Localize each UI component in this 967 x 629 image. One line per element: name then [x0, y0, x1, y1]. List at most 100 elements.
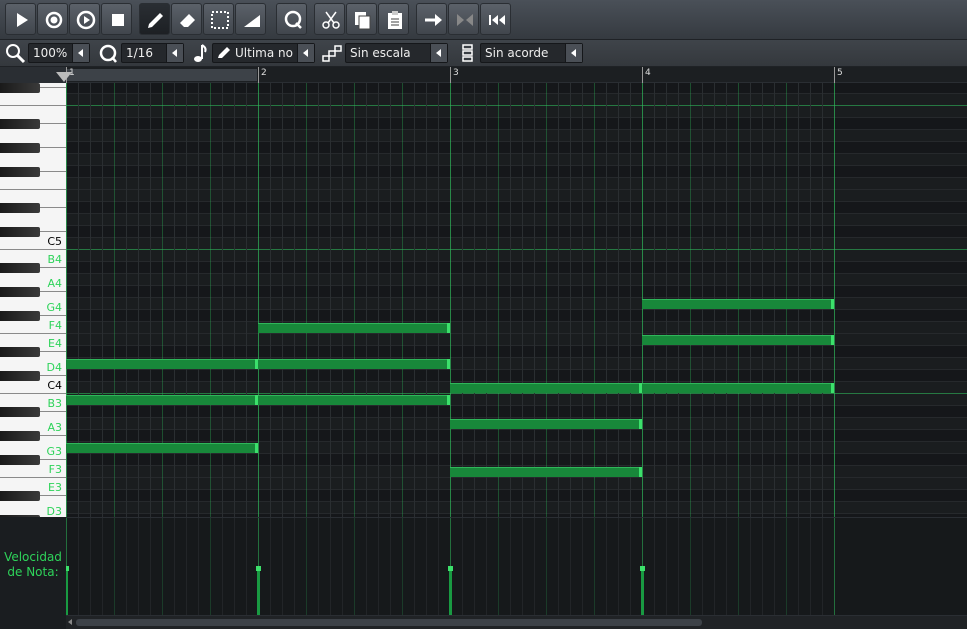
piano-black-key[interactable] [0, 431, 40, 441]
grid-hline [66, 501, 967, 502]
loop-range[interactable] [66, 69, 257, 81]
piano-black-key[interactable] [0, 287, 40, 297]
record-button[interactable] [37, 3, 68, 35]
velocity-grid-line [582, 518, 583, 615]
piano-black-key[interactable] [0, 203, 40, 213]
velocity-grid-line [102, 518, 103, 615]
chord-select[interactable]: Sin acorde [480, 43, 583, 63]
zoom-value: 100% [33, 46, 68, 60]
grid-beat-line [534, 83, 535, 517]
piano-black-key[interactable] [0, 347, 40, 357]
grid-beat-line [354, 83, 355, 517]
horizontal-scrollbar[interactable] [66, 615, 967, 629]
forward-button[interactable] [416, 3, 447, 35]
zoom-select[interactable]: 100% [28, 43, 90, 63]
velocity-bar[interactable] [640, 566, 645, 615]
select-mode-button[interactable] [203, 3, 234, 35]
piano-black-key[interactable] [0, 167, 40, 177]
grid-beat-line [510, 83, 511, 517]
velocity-grid-line [834, 518, 835, 615]
quantize-select[interactable]: 1/16 [121, 43, 184, 63]
velocity-grid-line [342, 518, 343, 615]
velocity-grid-line [282, 518, 283, 615]
grid-hline [66, 441, 967, 442]
velocity-grid-line [774, 518, 775, 615]
note-block[interactable] [258, 359, 450, 369]
note-icon [194, 44, 207, 62]
velocity-grid-line [810, 518, 811, 615]
scrollbar-thumb[interactable] [76, 619, 702, 626]
note-block[interactable] [66, 359, 258, 369]
erase-mode-button[interactable] [171, 3, 202, 35]
piano-black-key[interactable] [0, 311, 40, 321]
piano-black-key[interactable] [0, 143, 40, 153]
grid-hline [66, 129, 967, 130]
record-play-button[interactable] [69, 3, 100, 35]
grid-hline [66, 393, 967, 394]
piano-black-key[interactable] [0, 491, 40, 501]
play-button[interactable] [5, 3, 36, 35]
velocity-grid-line [462, 518, 463, 615]
velocity-bar[interactable] [256, 566, 261, 615]
piano-black-key[interactable] [0, 83, 40, 93]
scale-select[interactable]: Sin escala [345, 43, 448, 63]
grid-bar-line [258, 83, 259, 517]
velocity-grid-line [474, 518, 475, 615]
note-length-value: Ultima no [235, 46, 293, 60]
grid-beat-line [522, 83, 523, 517]
piano-black-key[interactable] [0, 119, 40, 129]
velocity-bar[interactable] [448, 566, 453, 615]
velocity-grid-line [198, 518, 199, 615]
velocity-grid-line [522, 518, 523, 615]
mirror-button[interactable] [448, 3, 479, 35]
note-block[interactable] [642, 335, 834, 345]
copy-button[interactable] [346, 3, 377, 35]
piano-black-key[interactable] [0, 455, 40, 465]
velocity-label: Velocidad de Nota: [0, 517, 66, 615]
cut-button[interactable] [314, 3, 345, 35]
note-block[interactable] [258, 323, 450, 333]
velocity-editor[interactable] [66, 517, 967, 615]
note-length-select[interactable]: Ultima no [212, 43, 315, 63]
grid-hline [66, 249, 967, 250]
grid-beat-line [546, 83, 547, 517]
pitch-bend-button[interactable] [235, 3, 266, 35]
piano-black-key[interactable] [0, 407, 40, 417]
piano-black-key[interactable] [0, 263, 40, 273]
velocity-bar[interactable] [66, 566, 69, 615]
note-block[interactable] [450, 467, 642, 477]
piano-key-label: F3 [48, 463, 62, 476]
grid-beat-line [498, 83, 499, 517]
note-block[interactable] [258, 395, 450, 405]
grid-beat-line [462, 83, 463, 517]
velocity-grid-line [306, 518, 307, 615]
piano-roll-grid[interactable] [66, 83, 967, 517]
velocity-grid-line [222, 518, 223, 615]
piano-keyboard[interactable]: C5 B4 A4 G4 F4 E4 D4 C4 B3 A3 G3 F3 E3 D3 [0, 83, 66, 517]
velocity-grid-line [150, 518, 151, 615]
rewind-button[interactable] [480, 3, 511, 35]
stop-button[interactable] [101, 3, 132, 35]
pencil-icon [148, 13, 163, 28]
scale-value: Sin escala [350, 46, 411, 60]
scroll-left-arrow-icon[interactable] [68, 619, 72, 625]
grid-bar-line [450, 83, 451, 517]
piano-black-key[interactable] [0, 371, 40, 381]
note-block[interactable] [66, 395, 258, 405]
playhead-marker-icon[interactable] [56, 72, 72, 82]
note-block[interactable] [642, 383, 834, 393]
piano-black-key[interactable] [0, 227, 40, 237]
note-block[interactable] [450, 419, 642, 429]
quantize-button[interactable] [276, 3, 307, 35]
note-block[interactable] [642, 299, 834, 309]
draw-mode-button[interactable] [139, 3, 170, 35]
note-block[interactable] [66, 443, 258, 453]
velocity-grid-line [534, 518, 535, 615]
paste-button[interactable] [378, 3, 409, 35]
note-block[interactable] [450, 383, 642, 393]
chevron-left-icon [565, 44, 582, 62]
record-play-icon [76, 10, 96, 30]
grid-beat-line [570, 83, 571, 517]
timeline-ruler[interactable]: 12345 [66, 67, 967, 83]
velocity-grid-line [378, 518, 379, 615]
